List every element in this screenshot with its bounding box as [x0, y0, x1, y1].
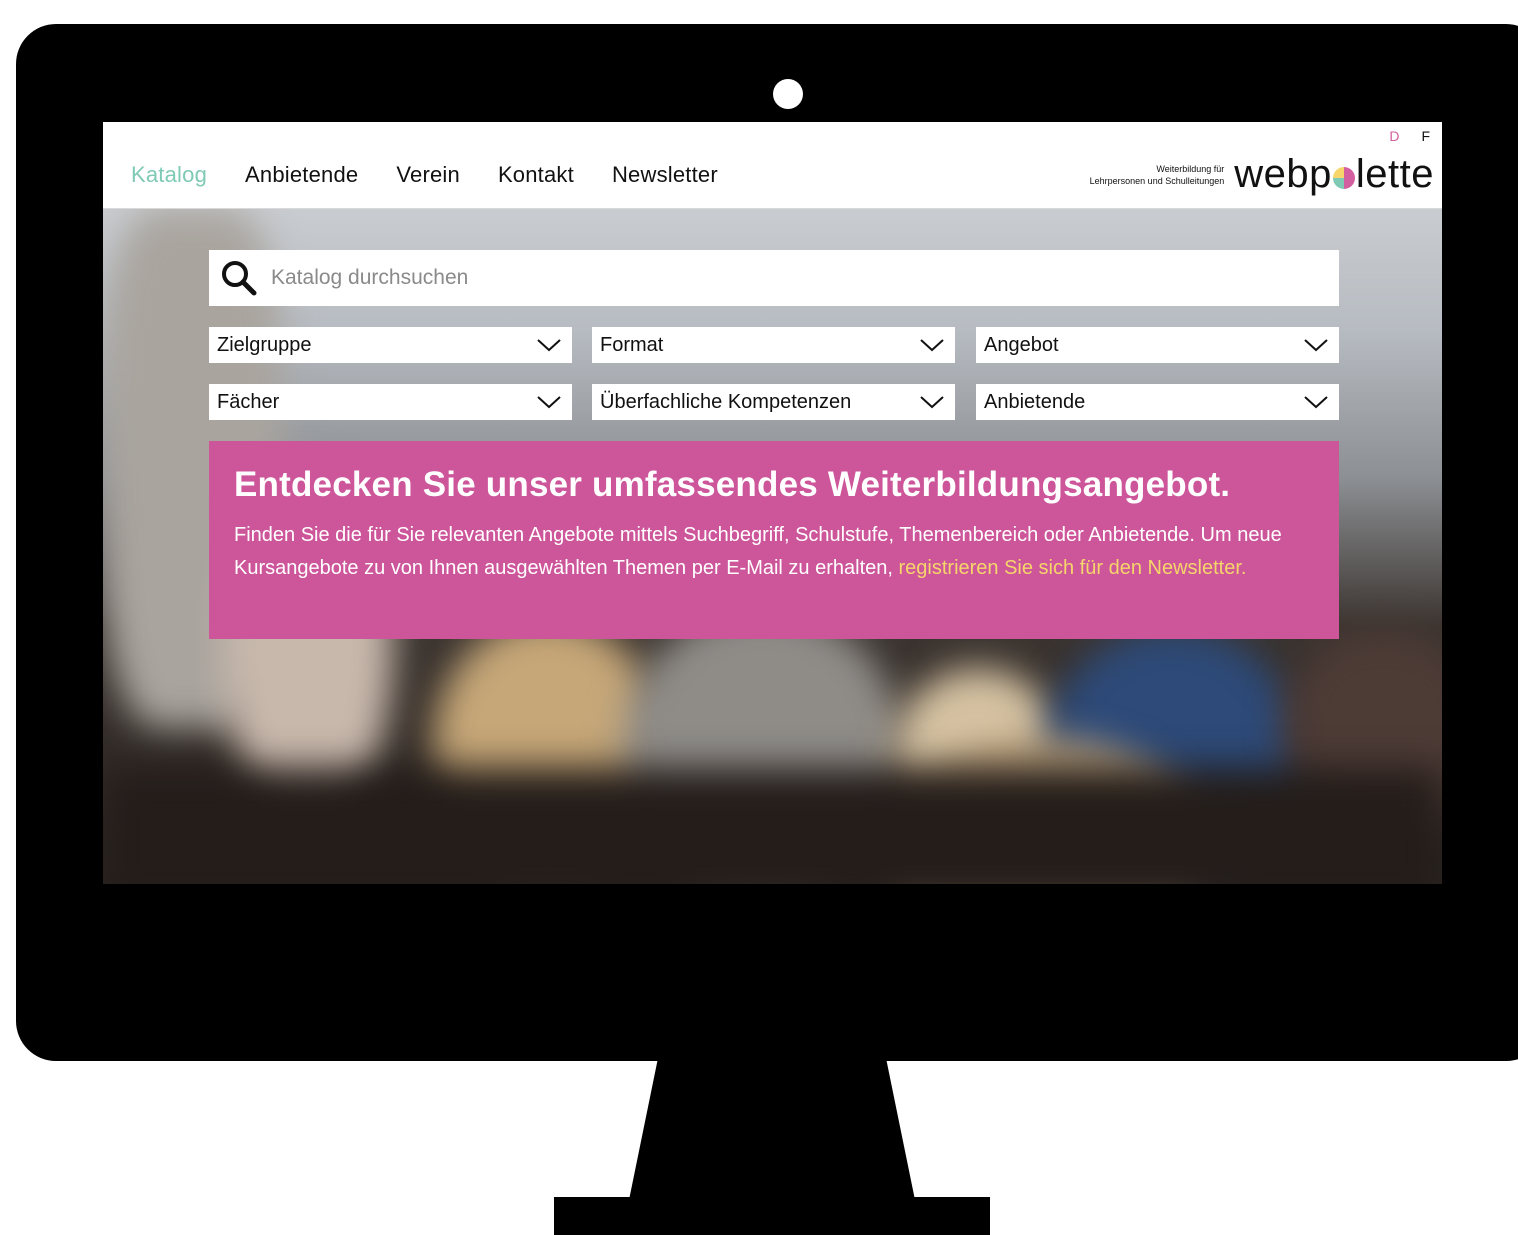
language-fr[interactable]: F	[1421, 128, 1430, 144]
brand-logo[interactable]: Weiterbildung für Lehrpersonen und Schul…	[1090, 152, 1434, 197]
tagline-line2: Lehrpersonen und Schulleitungen	[1089, 175, 1225, 186]
filter-zielgruppe[interactable]: Zielgruppe	[209, 327, 572, 363]
search-icon[interactable]	[219, 258, 259, 298]
monitor-neck	[629, 1060, 915, 1200]
tagline-line1: Weiterbildung für	[1156, 163, 1225, 174]
monitor-foot	[554, 1197, 990, 1235]
nav-item-verein[interactable]: Verein	[396, 162, 460, 188]
chevron-down-icon	[1304, 396, 1328, 409]
screen: Katalog Anbietende Verein Kontakt Newsle…	[103, 122, 1442, 884]
search-input[interactable]	[269, 265, 1273, 291]
search-bar	[209, 250, 1339, 306]
brand-tagline: Weiterbildung für Lehrpersonen und Schul…	[1090, 163, 1225, 187]
filter-faecher[interactable]: Fächer	[209, 384, 572, 420]
filter-zielgruppe-label: Zielgruppe	[217, 333, 312, 356]
palette-dot-icon	[1332, 166, 1355, 189]
hero-blur-shape	[103, 768, 1442, 884]
filter-kompetenzen[interactable]: Überfachliche Kompetenzen	[592, 384, 955, 420]
filter-angebot[interactable]: Angebot	[976, 327, 1339, 363]
nav-item-anbietende[interactable]: Anbietende	[245, 162, 358, 188]
language-switcher: D F	[1389, 128, 1430, 144]
logo-text-web: web	[1234, 152, 1310, 196]
newsletter-register-link[interactable]: registrieren Sie sich für den Newsletter…	[899, 557, 1247, 579]
promo-text: Finden Sie die für Sie relevanten Angebo…	[234, 519, 1324, 584]
logo-text-lette: lette	[1355, 152, 1434, 196]
nav-item-kontakt[interactable]: Kontakt	[498, 162, 574, 188]
chevron-down-icon	[537, 339, 561, 352]
filter-angebot-label: Angebot	[984, 333, 1059, 356]
chevron-down-icon	[1304, 339, 1328, 352]
filter-faecher-label: Fächer	[217, 390, 280, 413]
logo-text-p: p	[1309, 152, 1332, 196]
chevron-down-icon	[537, 396, 561, 409]
camera-icon	[773, 79, 803, 109]
language-de[interactable]: D	[1389, 128, 1399, 144]
chevron-down-icon	[920, 396, 944, 409]
chevron-down-icon	[920, 339, 944, 352]
promo-title: Entdecken Sie unser umfassendes Weiterbi…	[234, 465, 1231, 504]
filter-kompetenzen-label: Überfachliche Kompetenzen	[600, 390, 852, 413]
nav-item-katalog[interactable]: Katalog	[131, 162, 207, 188]
top-navigation-bar: Katalog Anbietende Verein Kontakt Newsle…	[103, 122, 1442, 209]
filter-anbietende-label: Anbietende	[984, 390, 1086, 413]
logo-wordmark: web p lette	[1234, 152, 1434, 197]
filter-anbietende[interactable]: Anbietende	[976, 384, 1339, 420]
promo-banner: Entdecken Sie unser umfassendes Weiterbi…	[209, 441, 1339, 639]
nav-item-newsletter[interactable]: Newsletter	[612, 162, 718, 188]
filter-format-label: Format	[600, 333, 664, 356]
main-nav: Katalog Anbietende Verein Kontakt Newsle…	[131, 162, 756, 188]
hero-background: Zielgruppe Format Angebot Fächer Überfac…	[103, 208, 1442, 884]
filter-format[interactable]: Format	[592, 327, 955, 363]
